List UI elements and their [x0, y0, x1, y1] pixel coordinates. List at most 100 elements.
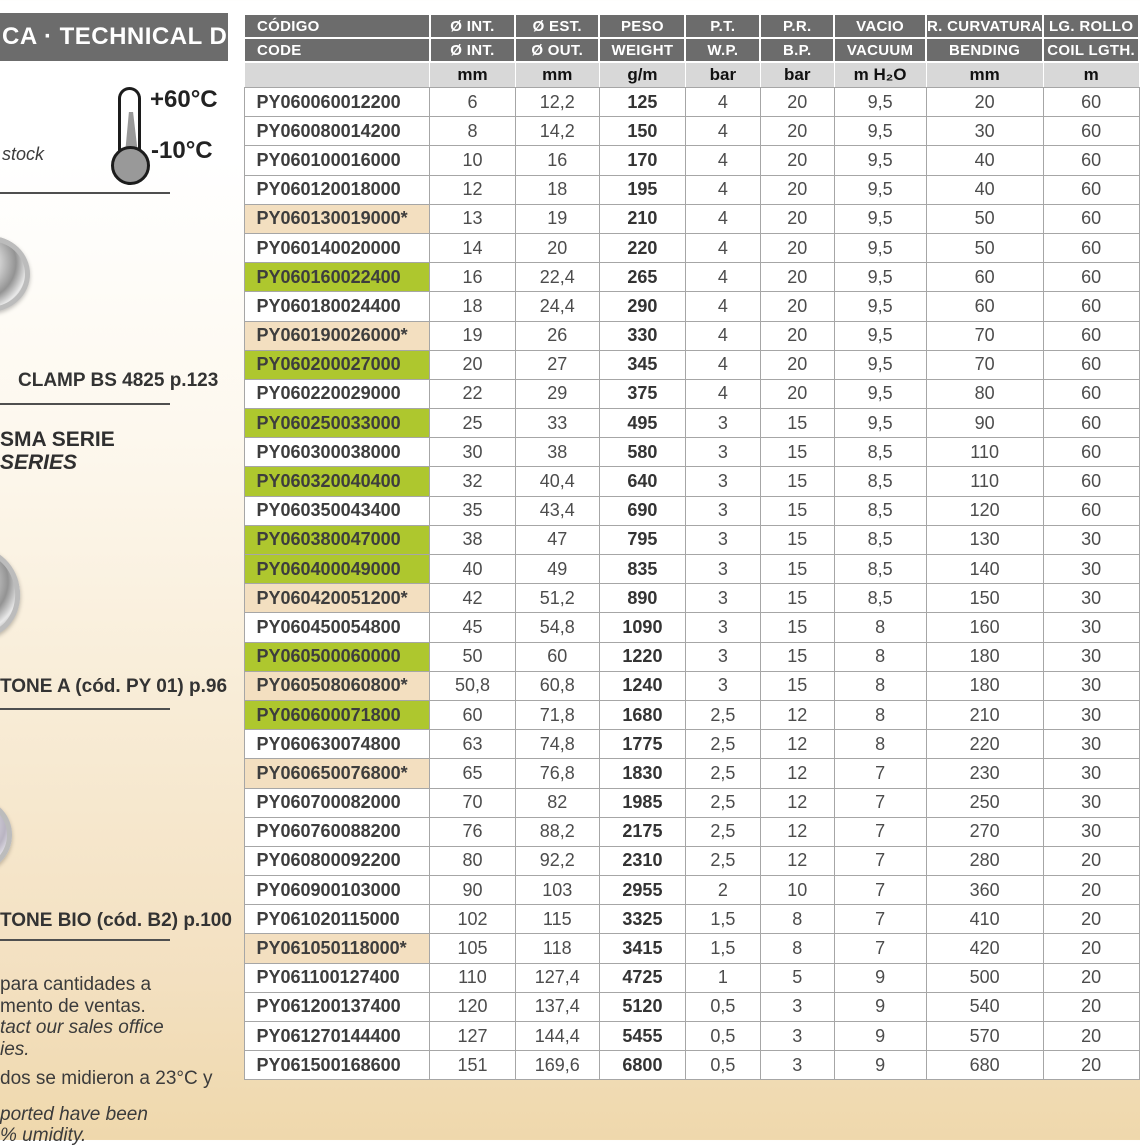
vacuum-cell: 7 — [834, 759, 926, 788]
table-row: PY060508060800* 50,8 60,8 1240 3 15 8 18… — [244, 671, 1139, 700]
units-cell: mm — [515, 62, 599, 88]
working-pressure-cell: 2,5 — [685, 788, 760, 817]
coil-length-cell: 60 — [1043, 438, 1139, 467]
table-row: PY060200027000 20 27 345 4 20 9,5 70 60 — [244, 350, 1139, 379]
weight-cell: 4725 — [599, 963, 685, 992]
bending-radius-cell: 40 — [926, 146, 1043, 175]
burst-pressure-cell: 15 — [760, 467, 834, 496]
working-pressure-cell: 2 — [685, 876, 760, 905]
outer-diameter-cell: 115 — [515, 905, 599, 934]
working-pressure-cell: 3 — [685, 613, 760, 642]
weight-cell: 290 — [599, 292, 685, 321]
code-cell: PY060080014200 — [244, 117, 430, 146]
header-cell-es: VACIO — [834, 14, 926, 38]
working-pressure-cell: 4 — [685, 146, 760, 175]
outer-diameter-cell: 40,4 — [515, 467, 599, 496]
code-cell: PY060508060800* — [244, 671, 430, 700]
vacuum-cell: 8 — [834, 642, 926, 671]
working-pressure-cell: 0,5 — [685, 1051, 760, 1080]
burst-pressure-cell: 12 — [760, 817, 834, 846]
bending-radius-cell: 130 — [926, 525, 1043, 554]
clamp-reference: CLAMP BS 4825 p.123 — [18, 370, 218, 392]
table-row: PY060130019000* 13 19 210 4 20 9,5 50 60 — [244, 204, 1139, 233]
code-cell: PY060400049000 — [244, 555, 430, 584]
outer-diameter-cell: 20 — [515, 233, 599, 262]
weight-cell: 5455 — [599, 1022, 685, 1051]
inner-diameter-cell: 25 — [430, 409, 515, 438]
header-cell-es: P.R. — [760, 14, 834, 38]
coil-length-cell: 60 — [1043, 175, 1139, 204]
coil-length-cell: 60 — [1043, 88, 1139, 117]
outer-diameter-cell: 51,2 — [515, 584, 599, 613]
vacuum-cell: 8,5 — [834, 525, 926, 554]
vacuum-cell: 8 — [834, 671, 926, 700]
footnote-line: tact our sales office — [0, 1017, 238, 1039]
burst-pressure-cell: 20 — [760, 321, 834, 350]
burst-pressure-cell: 8 — [760, 905, 834, 934]
table-header: CÓDIGOØ INT.Ø EST.PESOP.T.P.R.VACIOR. CU… — [244, 14, 1139, 88]
working-pressure-cell: 2,5 — [685, 730, 760, 759]
burst-pressure-cell: 12 — [760, 846, 834, 875]
code-cell: PY060320040400 — [244, 467, 430, 496]
table-row: PY060120018000 12 18 195 4 20 9,5 40 60 — [244, 175, 1139, 204]
bending-radius-cell: 280 — [926, 846, 1043, 875]
working-pressure-cell: 4 — [685, 204, 760, 233]
working-pressure-cell: 2,5 — [685, 700, 760, 729]
code-cell: PY060220029000 — [244, 379, 430, 408]
temperature-min: -10°C — [151, 137, 213, 165]
burst-pressure-cell: 20 — [760, 233, 834, 262]
header-cell-es: P.T. — [685, 14, 760, 38]
inner-diameter-cell: 20 — [430, 350, 515, 379]
burst-pressure-cell: 20 — [760, 88, 834, 117]
outer-diameter-cell: 26 — [515, 321, 599, 350]
table-row: PY060180024400 18 24,4 290 4 20 9,5 60 6… — [244, 292, 1139, 321]
footnote-line: % umidity. — [0, 1125, 238, 1147]
header-cell-en: BENDING — [926, 38, 1043, 62]
table-row: PY061270144400 127 144,4 5455 0,5 3 9 57… — [244, 1022, 1139, 1051]
hose-photo-a — [0, 542, 27, 645]
header-cell-en: CODE — [244, 38, 430, 62]
outer-diameter-cell: 144,4 — [515, 1022, 599, 1051]
outer-diameter-cell: 103 — [515, 876, 599, 905]
clamp-photo — [0, 236, 30, 312]
code-cell: PY061270144400 — [244, 1022, 430, 1051]
working-pressure-cell: 0,5 — [685, 992, 760, 1021]
burst-pressure-cell: 20 — [760, 117, 834, 146]
table-row: PY060450054800 45 54,8 1090 3 15 8 160 3… — [244, 613, 1139, 642]
header-cell-en: W.P. — [685, 38, 760, 62]
working-pressure-cell: 3 — [685, 642, 760, 671]
vacuum-cell: 9 — [834, 1051, 926, 1080]
table-row: PY060800092200 80 92,2 2310 2,5 12 7 280… — [244, 846, 1139, 875]
header-cell-en: VACUUM — [834, 38, 926, 62]
footnote-line: ies. — [0, 1039, 238, 1061]
vacuum-cell: 8,5 — [834, 467, 926, 496]
burst-pressure-cell: 12 — [760, 759, 834, 788]
bending-radius-cell: 410 — [926, 905, 1043, 934]
burst-pressure-cell: 15 — [760, 555, 834, 584]
weight-cell: 330 — [599, 321, 685, 350]
burst-pressure-cell: 15 — [760, 613, 834, 642]
coil-length-cell: 60 — [1043, 204, 1139, 233]
weight-cell: 2955 — [599, 876, 685, 905]
vacuum-cell: 8,5 — [834, 496, 926, 525]
outer-diameter-cell: 14,2 — [515, 117, 599, 146]
working-pressure-cell: 4 — [685, 379, 760, 408]
inner-diameter-cell: 63 — [430, 730, 515, 759]
vacuum-cell: 8,5 — [834, 438, 926, 467]
inner-diameter-cell: 110 — [430, 963, 515, 992]
weight-cell: 835 — [599, 555, 685, 584]
weight-cell: 690 — [599, 496, 685, 525]
working-pressure-cell: 3 — [685, 409, 760, 438]
coil-length-cell: 20 — [1043, 876, 1139, 905]
working-pressure-cell: 4 — [685, 350, 760, 379]
footnote-line: ported have been — [0, 1104, 238, 1126]
outer-diameter-cell: 74,8 — [515, 730, 599, 759]
code-cell: PY060130019000* — [244, 204, 430, 233]
bending-radius-cell: 70 — [926, 321, 1043, 350]
table-row: PY061050118000* 105 118 3415 1,5 8 7 420… — [244, 934, 1139, 963]
outer-diameter-cell: 92,2 — [515, 846, 599, 875]
outer-diameter-cell: 71,8 — [515, 700, 599, 729]
code-cell: PY060380047000 — [244, 525, 430, 554]
inner-diameter-cell: 151 — [430, 1051, 515, 1080]
outer-diameter-cell: 24,4 — [515, 292, 599, 321]
